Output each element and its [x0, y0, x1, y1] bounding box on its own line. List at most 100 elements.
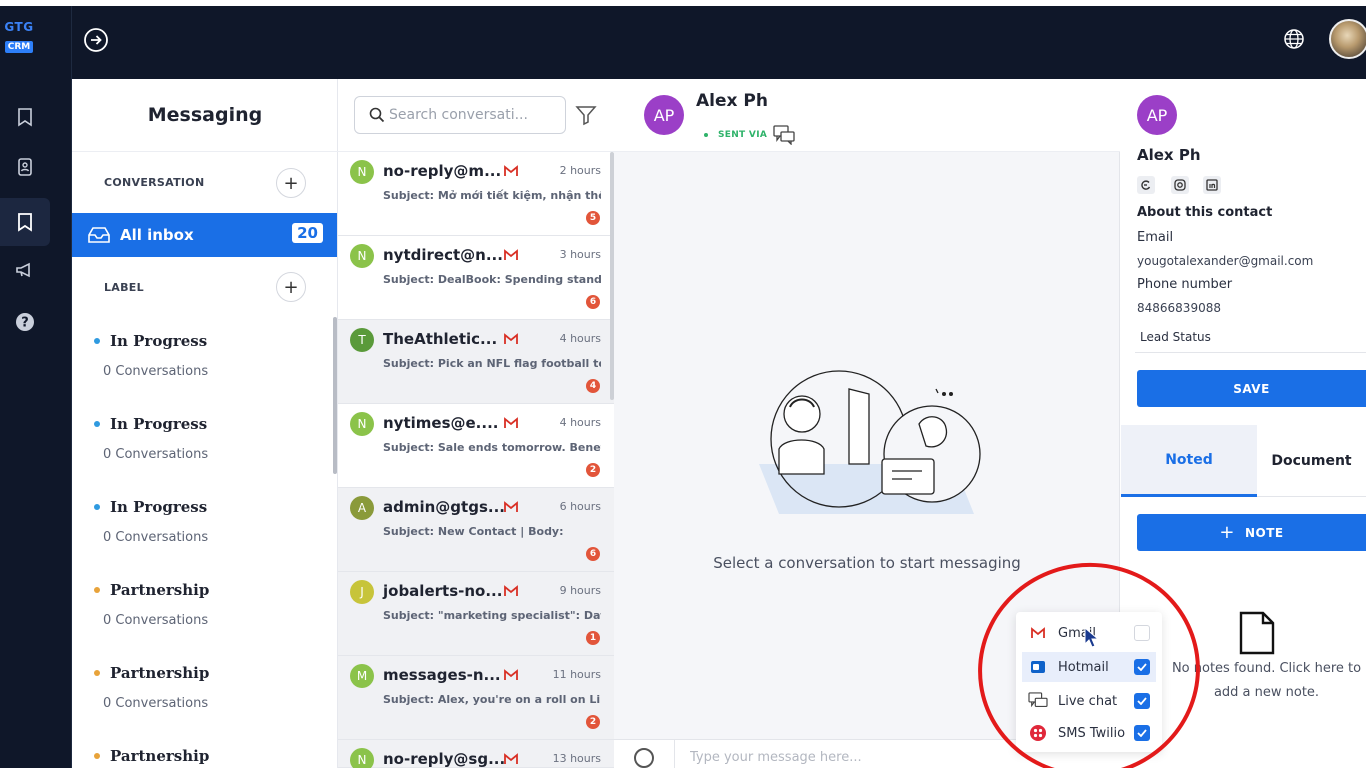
logo-text-gtg: GTG	[4, 20, 34, 34]
conversation-sender: nytdirect@n...	[383, 246, 503, 264]
logo-text-crm: CRM	[4, 41, 34, 53]
gmail-icon	[504, 333, 518, 344]
label-item[interactable]: In Progress 0 Conversations	[94, 332, 324, 379]
label-dot	[94, 421, 100, 427]
rail-megaphone-icon[interactable]	[10, 255, 40, 285]
conversation-subject: Subject: Sale ends tomorrow. Benefit	[383, 441, 601, 454]
unread-badge: 5	[586, 211, 600, 225]
conversation-subject: Subject: DealBook: Spending standof	[383, 273, 601, 286]
document-icon	[1239, 611, 1275, 655]
conversation-item[interactable]: M messages-n... 11 hours Subject: Alex, …	[338, 656, 614, 740]
instagram-icon[interactable]	[1171, 176, 1189, 194]
unread-badge: 4	[586, 379, 600, 393]
collapse-arrow-icon[interactable]	[83, 27, 109, 53]
label-name: In Progress	[110, 332, 208, 350]
emoji-icon[interactable]	[634, 748, 654, 768]
channel-option-hotmail[interactable]: Hotmail	[1022, 652, 1156, 682]
phone-label: Phone number	[1137, 277, 1233, 292]
conversation-item[interactable]: N no-reply@sg... 13 hours	[338, 740, 614, 768]
conversation-item[interactable]: N nytimes@e.... 4 hours Subject: Sale en…	[338, 404, 614, 488]
conversation-item[interactable]: N nytdirect@n... 3 hours Subject: DealBo…	[338, 236, 614, 320]
conversation-time: 2 hours	[559, 164, 601, 177]
rail-messaging-icon[interactable]	[0, 198, 50, 246]
add-note-label: NOTE	[1244, 525, 1284, 540]
empty-chat-message: Select a conversation to start messaging	[713, 554, 1021, 572]
search-icon	[369, 107, 385, 123]
rail-help-icon[interactable]: ?	[10, 307, 40, 337]
conversation-avatar: N	[350, 160, 374, 184]
messenger-icon[interactable]	[1137, 176, 1155, 194]
rail-contacts-icon[interactable]	[10, 152, 40, 182]
search-box[interactable]	[354, 96, 566, 134]
conversation-sender: nytimes@e....	[383, 414, 499, 432]
label-item[interactable]: Partnership 0 Conversations	[94, 664, 324, 711]
conversation-item[interactable]: N no-reply@m... 2 hours Subject: Mở mới …	[338, 152, 614, 236]
gmail-icon	[504, 585, 518, 596]
label-count: 0 Conversations	[103, 696, 209, 711]
label-dot	[94, 504, 100, 510]
tab-noted[interactable]: Noted	[1121, 425, 1257, 497]
label-count: 0 Conversations	[103, 447, 209, 462]
conversation-sender: TheAthletic...	[383, 330, 498, 348]
sent-via-label: SENT VIA	[718, 130, 768, 140]
conversation-time: 3 hours	[559, 248, 601, 261]
save-button[interactable]: SAVE	[1137, 370, 1366, 407]
no-notes-message[interactable]: No notes found. Click here to add a new …	[1167, 657, 1366, 705]
label-dot	[94, 338, 100, 344]
label-dot	[94, 670, 100, 676]
messaging-panel: Messaging CONVERSATION + All inbox 20 LA…	[72, 79, 338, 768]
conversation-section-label: CONVERSATION	[104, 176, 205, 189]
lead-status-field[interactable]: Lead Status	[1135, 323, 1366, 353]
conversation-time: 11 hours	[552, 668, 601, 681]
messaging-title: Messaging	[72, 79, 338, 152]
rail-bookmark-icon[interactable]	[10, 102, 40, 132]
conversation-sender: no-reply@sg...	[383, 750, 506, 768]
channel-checkbox[interactable]	[1134, 625, 1150, 641]
conversation-item[interactable]: A admin@gtgs... 6 hours Subject: New Con…	[338, 488, 614, 572]
label-count: 0 Conversations	[103, 613, 209, 628]
unread-badge: 6	[586, 295, 600, 309]
add-conversation-button[interactable]: +	[276, 168, 306, 198]
conversation-list-header	[338, 79, 614, 152]
conversation-time: 13 hours	[552, 752, 601, 765]
email-value[interactable]: yougotalexander@gmail.com	[1137, 254, 1313, 268]
unread-badge: 2	[586, 715, 600, 729]
channel-option-live-chat[interactable]: Live chat	[1022, 686, 1156, 716]
label-item[interactable]: In Progress 0 Conversations	[94, 498, 324, 545]
top-bar	[72, 6, 1366, 79]
label-name: Partnership	[110, 664, 210, 682]
gmail-icon	[504, 501, 518, 512]
linkedin-icon[interactable]	[1203, 176, 1221, 194]
conversation-sender: messages-n...	[383, 666, 501, 684]
label-dot	[94, 753, 100, 759]
channel-checkbox[interactable]	[1134, 693, 1150, 709]
label-item[interactable]: Partnership	[94, 747, 324, 765]
app-logo[interactable]: GTG CRM	[2, 20, 36, 53]
labels-scrollbar[interactable]	[333, 317, 337, 474]
user-avatar[interactable]	[1329, 19, 1366, 59]
label-item[interactable]: Partnership 0 Conversations	[94, 581, 324, 628]
globe-icon[interactable]	[1283, 28, 1305, 50]
conversation-avatar: T	[350, 328, 374, 352]
add-note-button[interactable]: + NOTE	[1137, 514, 1366, 551]
filter-icon[interactable]	[574, 103, 598, 127]
channel-checkbox[interactable]	[1134, 659, 1150, 675]
inbox-icon	[88, 227, 110, 243]
search-input[interactable]	[389, 107, 539, 123]
conversation-list: N no-reply@m... 2 hours Subject: Mở mới …	[338, 79, 614, 768]
message-input[interactable]	[690, 750, 990, 765]
add-label-button[interactable]: +	[276, 272, 306, 302]
chat-header: AP Alex Ph SENT VIA	[614, 79, 1120, 152]
all-inbox-item[interactable]: All inbox 20	[72, 213, 337, 257]
all-inbox-count: 20	[292, 223, 323, 243]
phone-value[interactable]: 84866839088	[1137, 301, 1221, 315]
sent-via-indicator: SENT VIA	[704, 125, 795, 145]
label-item[interactable]: In Progress 0 Conversations	[94, 415, 324, 462]
channel-checkbox[interactable]	[1134, 725, 1150, 741]
conversation-item[interactable]: J jobalerts-no... 9 hours Subject: "mark…	[338, 572, 614, 656]
channel-option-sms-twilio[interactable]: SMS Twilio	[1022, 718, 1156, 748]
tab-document[interactable]: Document	[1257, 425, 1366, 497]
conversation-subject: Subject: "marketing specialist": Data.	[383, 609, 601, 622]
conversation-time: 9 hours	[559, 584, 601, 597]
conversation-item[interactable]: T TheAthletic... 4 hours Subject: Pick a…	[338, 320, 614, 404]
